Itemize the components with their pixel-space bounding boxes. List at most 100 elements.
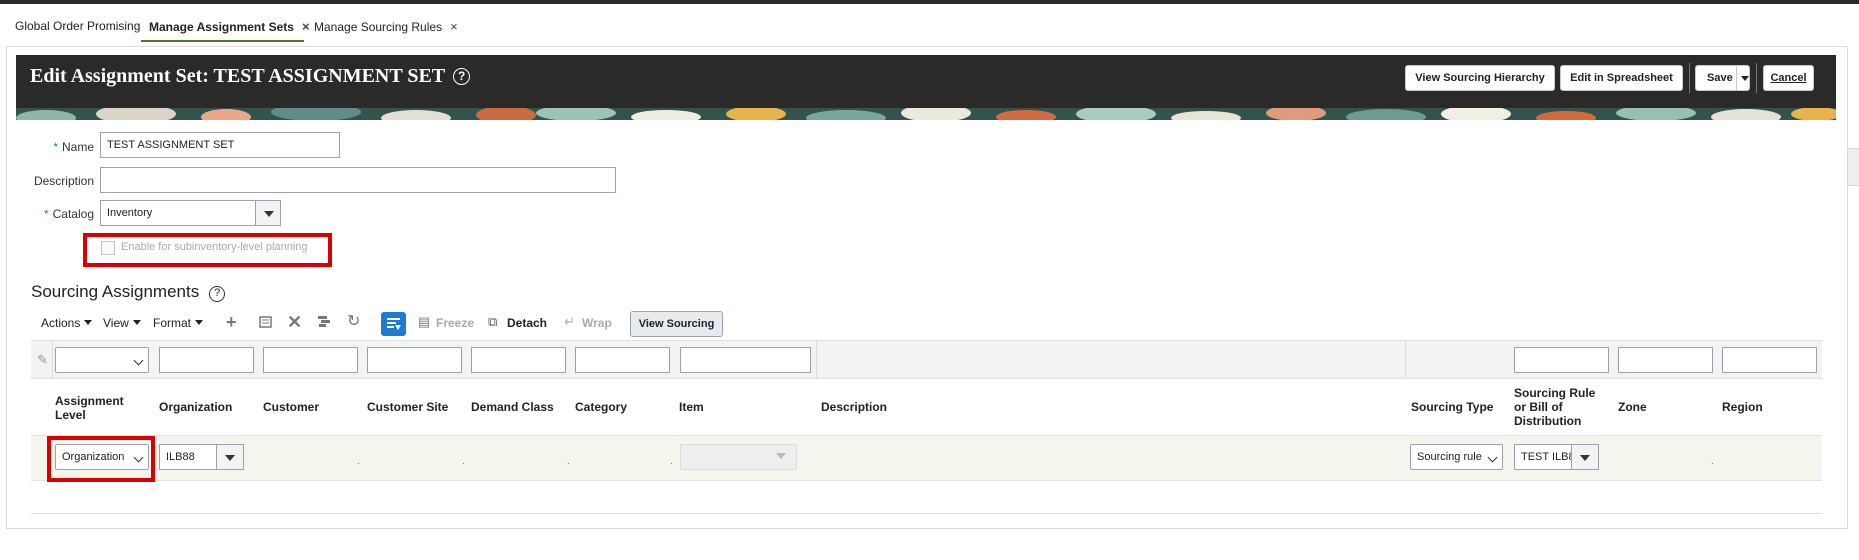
column-header-customer-site[interactable]: Customer Site: [367, 400, 448, 414]
catalog-select[interactable]: Inventory: [100, 200, 256, 226]
table-bottom-divider: [31, 513, 1822, 514]
required-marker: *: [43, 207, 49, 221]
help-icon[interactable]: ?: [209, 286, 226, 302]
chevron-down-icon: [133, 452, 144, 463]
category-value: .: [670, 456, 673, 467]
assignment-level-value: Organization: [62, 451, 125, 463]
filter-assignment-level[interactable]: [55, 347, 149, 373]
column-header-assignment-level[interactable]: Assignment Level: [55, 394, 135, 422]
column-divider: [816, 340, 817, 379]
description-label: Description: [33, 174, 94, 188]
filter-category[interactable]: [575, 347, 670, 373]
save-split-divider: [1736, 66, 1737, 90]
filter-item[interactable]: [680, 347, 811, 373]
column-divider: [1405, 340, 1406, 379]
format-menu[interactable]: Format: [153, 316, 204, 330]
filter-organization[interactable]: [159, 347, 254, 373]
edit-pencil-icon: ✎: [37, 352, 48, 367]
section-title: Sourcing Assignments?: [31, 282, 226, 302]
save-button[interactable]: Save: [1695, 65, 1750, 91]
side-panel-handle[interactable]: [1847, 148, 1859, 186]
region-value: .: [1711, 456, 1714, 467]
chevron-down-icon: [133, 355, 144, 366]
query-by-example-button[interactable]: [381, 312, 406, 336]
actions-menu[interactable]: Actions: [41, 316, 93, 330]
column-header-demand-class[interactable]: Demand Class: [471, 400, 554, 414]
name-field[interactable]: TEST ASSIGNMENT SET: [100, 132, 340, 158]
demand-class-value: .: [567, 456, 570, 467]
chevron-down-icon: [1580, 455, 1590, 461]
header-decorative-band: [16, 108, 1836, 120]
detach-icon: ⧉: [488, 314, 498, 329]
filter-region[interactable]: [1722, 347, 1817, 373]
filter-customer-site[interactable]: [367, 347, 462, 373]
save-menu-chevron-down-icon[interactable]: [1741, 76, 1749, 81]
name-label: * Name: [50, 140, 94, 154]
chevron-down-icon: [1487, 452, 1498, 463]
tab-label: Manage Assignment Sets: [149, 20, 294, 34]
column-header-item[interactable]: Item: [679, 400, 704, 414]
tab-global-order-promising[interactable]: Global Order Promising: [15, 19, 140, 33]
manage-icon[interactable]: [317, 314, 332, 333]
tab-manage-assignment-sets[interactable]: Manage Assignment Sets ×: [149, 19, 310, 34]
catalog-dropdown-button[interactable]: [255, 200, 281, 226]
column-header-sourcing-rule[interactable]: Sourcing Rule or Bill of Distribution: [1514, 386, 1604, 428]
column-header-zone[interactable]: Zone: [1618, 400, 1647, 414]
detach-button[interactable]: Detach: [507, 316, 547, 330]
column-header-customer[interactable]: Customer: [263, 400, 319, 414]
name-label-text: Name: [61, 140, 94, 154]
view-menu[interactable]: View: [103, 316, 141, 330]
column-header-organization[interactable]: Organization: [159, 400, 232, 414]
column-header-region[interactable]: Region: [1722, 400, 1763, 414]
delete-icon[interactable]: ✕: [287, 313, 302, 331]
edit-in-spreadsheet-button[interactable]: Edit in Spreadsheet: [1560, 65, 1683, 91]
description-field[interactable]: [100, 167, 616, 193]
view-sourcing-button[interactable]: View Sourcing: [630, 311, 723, 337]
sourcing-rule-dropdown-button[interactable]: [1571, 444, 1599, 470]
help-icon[interactable]: ?: [453, 68, 471, 85]
close-icon[interactable]: ×: [302, 19, 310, 34]
column-header-description[interactable]: Description: [821, 400, 887, 414]
chevron-down-icon: [264, 211, 274, 217]
chevron-down-icon: [225, 455, 235, 461]
refresh-icon[interactable]: ↻: [347, 314, 360, 330]
filter-customer[interactable]: [263, 347, 358, 373]
tab-label: Global Order Promising: [15, 19, 141, 33]
organization-dropdown-button[interactable]: [216, 444, 244, 470]
filter-zone[interactable]: [1618, 347, 1713, 373]
format-label: Format: [153, 316, 192, 330]
cancel-button[interactable]: Cancel: [1763, 65, 1814, 91]
actions-label: Actions: [41, 316, 81, 330]
save-label: Save: [1707, 72, 1733, 84]
item-chevron-down-icon[interactable]: [776, 453, 786, 459]
tab-manage-sourcing-rules[interactable]: Manage Sourcing Rules ×: [314, 19, 458, 34]
column-header-category[interactable]: Category: [575, 400, 627, 414]
column-divider: [52, 340, 53, 379]
header-separator: [1756, 63, 1757, 93]
customer-value: .: [357, 456, 360, 467]
sourcing-rule-field[interactable]: TEST ILB8: [1514, 444, 1579, 470]
filter-demand-class[interactable]: [471, 347, 566, 373]
column-header-sourcing-type[interactable]: Sourcing Type: [1411, 400, 1493, 414]
freeze-button[interactable]: Freeze: [436, 316, 474, 330]
view-sourcing-hierarchy-button[interactable]: View Sourcing Hierarchy: [1405, 65, 1555, 91]
catalog-label: * Catalog: [40, 207, 94, 221]
filter-sourcing-rule[interactable]: [1514, 347, 1609, 373]
page-title: Edit Assignment Set: TEST ASSIGNMENT SET…: [30, 65, 471, 88]
duplicate-icon[interactable]: [258, 314, 273, 333]
view-label: View: [103, 316, 129, 330]
organization-field[interactable]: ILB88: [159, 444, 224, 470]
section-title-text: Sourcing Assignments: [31, 282, 200, 301]
assignment-level-select[interactable]: Organization: [55, 444, 149, 470]
subinventory-planning-checkbox[interactable]: [101, 241, 115, 255]
page-title-text: Edit Assignment Set: TEST ASSIGNMENT SET: [30, 65, 446, 87]
close-icon[interactable]: ×: [450, 19, 458, 34]
header-separator: [1689, 63, 1690, 93]
freeze-icon: ▤: [418, 314, 431, 329]
active-tab-indicator: [141, 40, 304, 42]
chevron-down-icon: [84, 320, 93, 325]
chevron-down-icon: [195, 320, 204, 325]
wrap-button[interactable]: Wrap: [582, 316, 612, 330]
add-icon[interactable]: +: [226, 313, 237, 331]
sourcing-type-select[interactable]: Sourcing rule: [1410, 444, 1503, 470]
